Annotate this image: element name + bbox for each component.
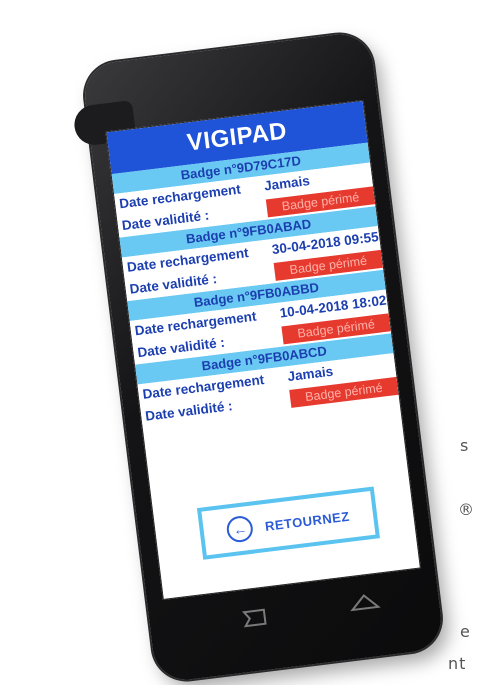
retournez-button[interactable]: ← RETOURNEZ xyxy=(196,486,380,560)
cropped-text-4: nt xyxy=(448,654,467,673)
screen: VIGIPAD Badge n°9D79C17D Date rechargeme… xyxy=(105,99,421,601)
hardware-home-key-icon[interactable] xyxy=(347,590,381,614)
cropped-text-1: s xyxy=(460,436,470,455)
tablet-device: VIGIPAD Badge n°9D79C17D Date rechargeme… xyxy=(72,30,445,684)
cropped-text-3: e xyxy=(460,622,471,641)
retournez-label: RETOURNEZ xyxy=(264,508,351,534)
cropped-text-2: ® xyxy=(458,500,475,519)
hardware-back-key-icon[interactable] xyxy=(241,607,269,628)
arrow-left-circle-icon: ← xyxy=(225,514,255,544)
